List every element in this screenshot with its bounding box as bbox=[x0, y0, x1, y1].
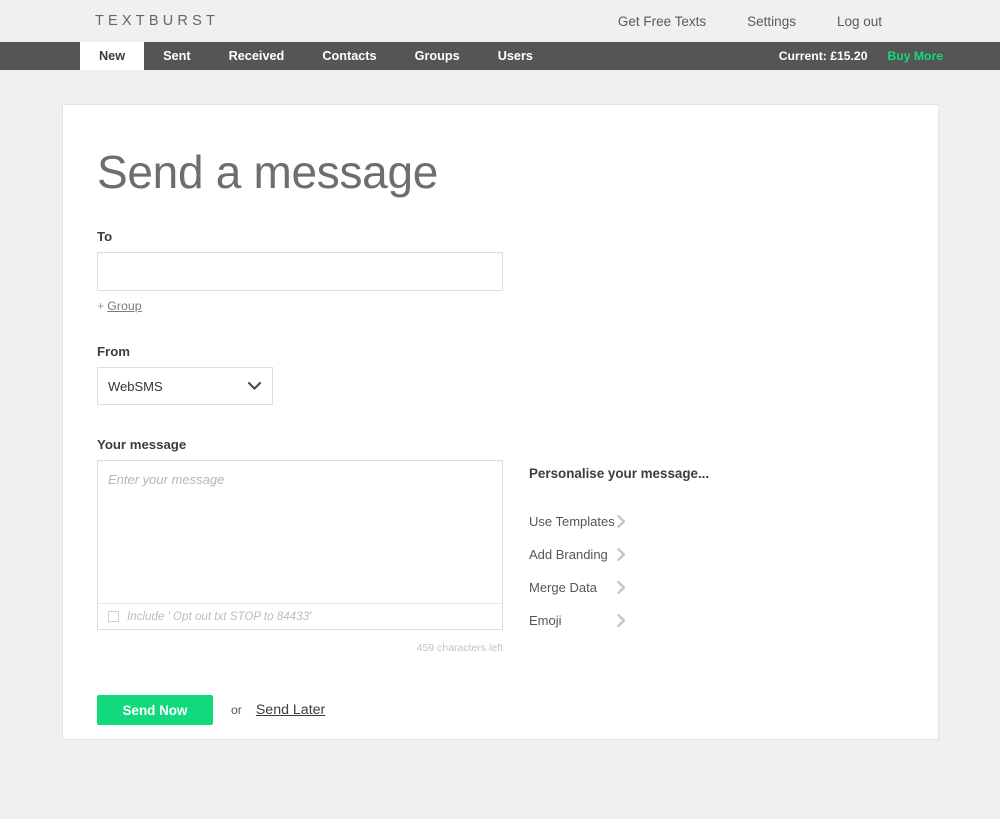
message-textarea-shell: Include ' Opt out txt STOP to 84433' bbox=[97, 460, 503, 630]
message-row: Include ' Opt out txt STOP to 84433' 459… bbox=[97, 460, 938, 654]
navbar-credit-area: Current: £15.20 Buy More bbox=[779, 42, 1000, 70]
personalise-item-use-templates[interactable]: Use Templates bbox=[529, 505, 709, 538]
message-left-column: Include ' Opt out txt STOP to 84433' 459… bbox=[97, 460, 503, 654]
personalise-panel: Personalise your message... Use Template… bbox=[529, 460, 709, 654]
to-field-group: To + Group bbox=[97, 229, 938, 313]
from-select-value: WebSMS bbox=[97, 367, 273, 405]
current-credit-label: Current: £15.20 bbox=[778, 49, 868, 63]
chevron-down-icon bbox=[248, 382, 261, 390]
personalise-label: Merge Data bbox=[529, 580, 597, 595]
tab-list: New Sent Received Contacts Groups Users bbox=[80, 42, 552, 70]
or-label: or bbox=[231, 703, 242, 717]
to-label: To bbox=[97, 229, 113, 244]
send-message-card: Send a message To + Group From WebSMS You… bbox=[62, 104, 939, 740]
personalise-item-merge-data[interactable]: Merge Data bbox=[529, 571, 709, 604]
tab-sent[interactable]: Sent bbox=[144, 42, 210, 70]
app-logo: TEXTBURST bbox=[95, 13, 219, 29]
personalise-item-emoji[interactable]: Emoji bbox=[529, 604, 709, 637]
tab-contacts[interactable]: Contacts bbox=[303, 42, 395, 70]
action-row: Send Now or Send Later bbox=[97, 695, 938, 725]
page-title: Send a message bbox=[97, 146, 439, 198]
add-group-link[interactable]: Group bbox=[107, 299, 141, 313]
top-header: TEXTBURST Get Free Texts Settings Log ou… bbox=[0, 0, 1000, 42]
message-field-group: Your message Include ' Opt out txt STOP … bbox=[97, 437, 938, 654]
your-message-label: Your message bbox=[97, 437, 187, 452]
add-group-row: + Group bbox=[97, 299, 938, 313]
chevron-right-icon bbox=[617, 548, 626, 561]
message-textarea[interactable] bbox=[98, 461, 502, 603]
from-select[interactable]: WebSMS bbox=[97, 367, 273, 405]
optout-label: Include ' Opt out txt STOP to 84433' bbox=[127, 610, 312, 623]
tab-new[interactable]: New bbox=[80, 42, 145, 70]
tab-users[interactable]: Users bbox=[479, 42, 552, 70]
from-field-group: From WebSMS bbox=[97, 344, 938, 405]
main-navbar: New Sent Received Contacts Groups Users … bbox=[0, 42, 1000, 70]
chevron-right-icon bbox=[617, 614, 626, 627]
optout-row[interactable]: Include ' Opt out txt STOP to 84433' bbox=[98, 603, 502, 629]
tab-received[interactable]: Received bbox=[210, 42, 304, 70]
page-body: Send a message To + Group From WebSMS You… bbox=[0, 70, 1000, 740]
tab-groups[interactable]: Groups bbox=[396, 42, 479, 70]
personalise-title: Personalise your message... bbox=[529, 466, 710, 481]
optout-checkbox[interactable] bbox=[108, 611, 119, 622]
to-input[interactable] bbox=[97, 252, 503, 291]
nav-get-free-texts[interactable]: Get Free Texts bbox=[618, 14, 706, 29]
top-nav: Get Free Texts Settings Log out bbox=[618, 14, 1000, 29]
send-later-link[interactable]: Send Later bbox=[256, 702, 325, 718]
personalise-label: Emoji bbox=[529, 613, 562, 628]
nav-log-out[interactable]: Log out bbox=[837, 14, 882, 29]
personalise-item-add-branding[interactable]: Add Branding bbox=[529, 538, 709, 571]
plus-icon: + bbox=[97, 299, 105, 313]
nav-settings[interactable]: Settings bbox=[747, 14, 796, 29]
buy-more-link[interactable]: Buy More bbox=[887, 49, 943, 63]
personalise-label: Use Templates bbox=[529, 514, 615, 529]
send-now-button[interactable]: Send Now bbox=[97, 695, 213, 725]
characters-left-counter: 459 characters left bbox=[416, 642, 503, 654]
chevron-right-icon bbox=[617, 515, 626, 528]
from-label: From bbox=[97, 344, 130, 359]
personalise-label: Add Branding bbox=[529, 547, 608, 562]
chevron-right-icon bbox=[617, 581, 626, 594]
